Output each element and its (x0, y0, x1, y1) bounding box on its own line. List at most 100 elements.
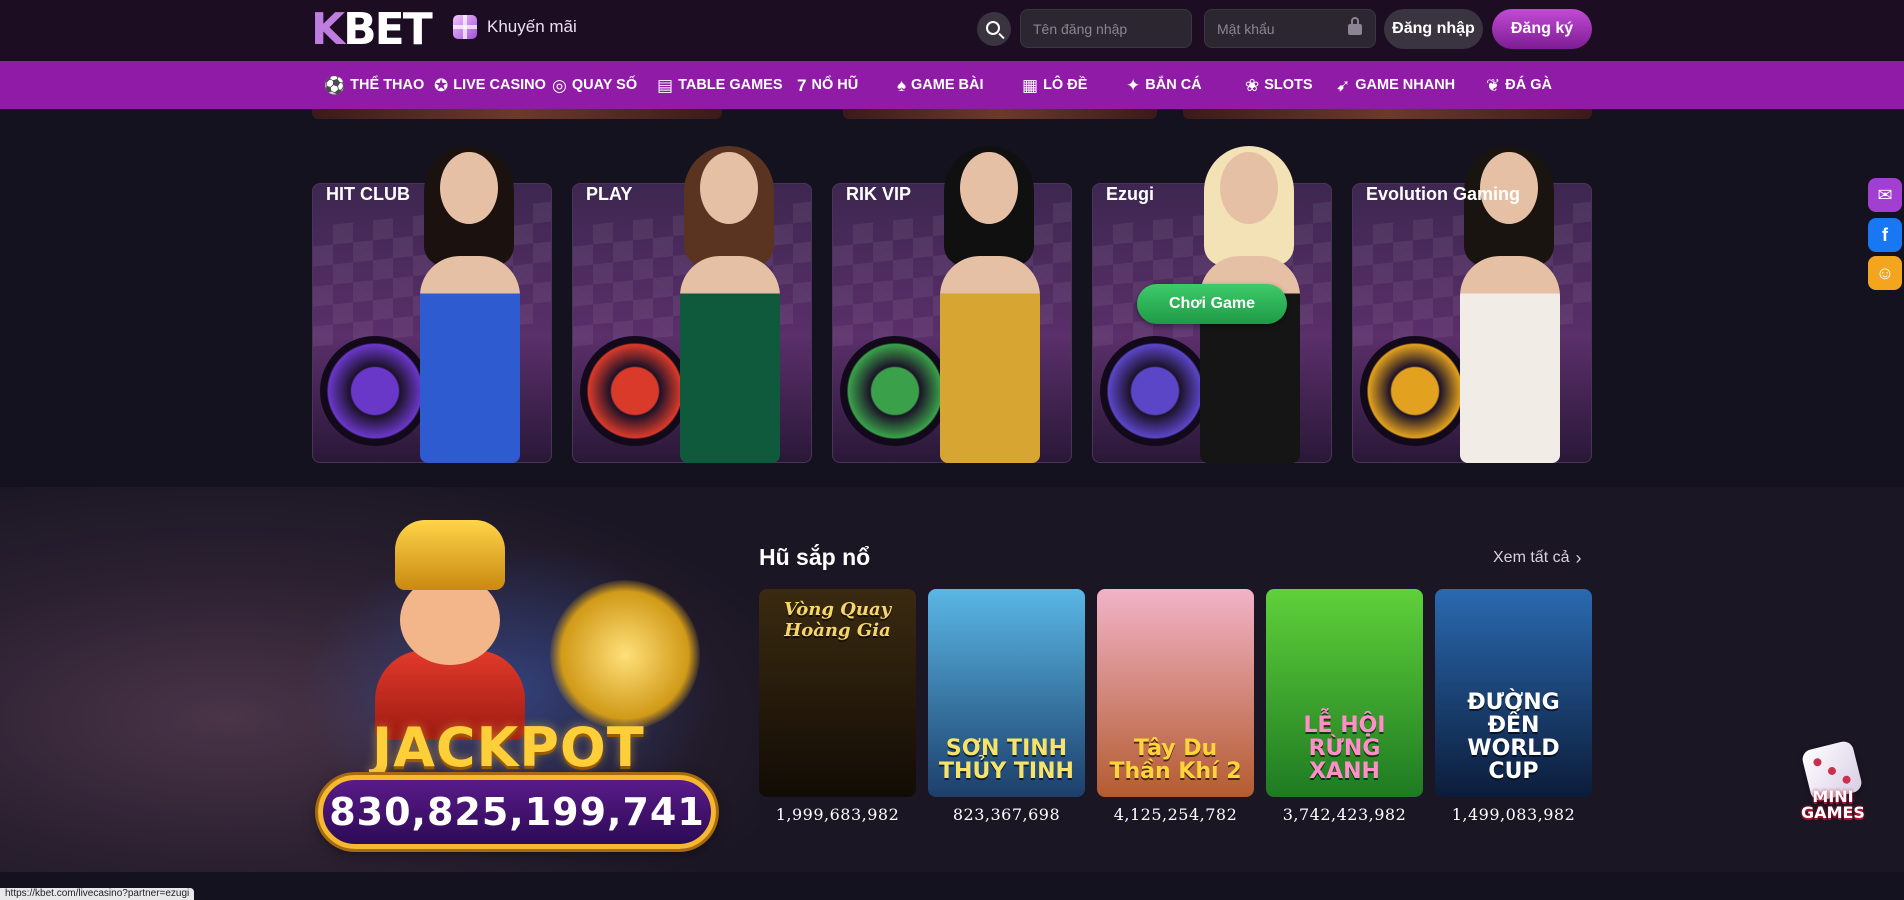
lottery-ticket-icon: ▦ (1022, 75, 1039, 95)
nav-item-table-games[interactable]: ▤ TABLE GAMES (657, 77, 797, 94)
nav-item-label: NỔ HŨ (811, 77, 859, 93)
game-title: ĐƯỜNG ĐẾN WORLD CUP (1467, 689, 1560, 784)
nav-item-thể-thao[interactable]: ⚽ THỂ THAO (324, 77, 434, 94)
ezugi-logo-icon: Ezugi (1106, 184, 1154, 204)
nav-item-label: SLOTS (1264, 77, 1313, 93)
facebook-icon[interactable]: f (1868, 218, 1902, 252)
nav-item-đá-gà[interactable]: ❦ ĐÁ GÀ (1486, 77, 1576, 94)
play-game-button[interactable]: Chơi Game (1137, 284, 1287, 324)
game-jackpot-value: 4,125,254,782 (1113, 805, 1238, 824)
fortune-god-illustration (355, 520, 545, 740)
gift-icon (453, 15, 477, 39)
jackpot-game-tile[interactable]: ĐƯỜNG ĐẾN WORLD CUP (1435, 589, 1592, 797)
lottery-wheel-icon: ◎ (552, 75, 567, 95)
nav-item-game-nhanh[interactable]: ➹ GAME NHANH (1336, 77, 1486, 94)
nav-item-game-bài[interactable]: ♠ GAME BÀI (897, 77, 1022, 94)
nav-item-label: LIVE CASINO (453, 77, 546, 93)
nav-item-live-casino[interactable]: ✪ LIVE CASINO (434, 77, 552, 94)
game-jackpot-value: 1,999,683,982 (775, 805, 900, 824)
casino-prop-icon (1100, 336, 1210, 446)
chevron-right-icon: › (1575, 548, 1582, 568)
rocket-icon: ➹ (1336, 75, 1351, 95)
nav-item-label: GAME NHANH (1355, 77, 1456, 93)
register-button[interactable]: Đăng ký (1492, 9, 1592, 49)
see-all-link[interactable]: Xem tất cả › (1493, 549, 1581, 567)
chat-icon[interactable]: ✉ (1868, 178, 1902, 212)
banner-strip (1183, 109, 1592, 119)
cards-icon: ♠ (897, 75, 907, 95)
hitclub-logo-icon: HIT CLUB (326, 184, 410, 204)
nav-item-bắn-cá[interactable]: ✦ BẮN CÁ (1126, 77, 1245, 94)
main-navigation: ⚽ THỂ THAO ✪ LIVE CASINO ◎ QUAY SỐ ▤ TABLE GAME… (0, 61, 1904, 109)
rooster-icon: ❦ (1486, 75, 1501, 95)
nav-item-label: QUAY SỐ (571, 77, 638, 93)
nav-item-lô-đề[interactable]: ▦ LÔ ĐỀ (1022, 77, 1126, 94)
casino-prop-icon (840, 336, 950, 446)
game-title: LỄ HỘI RỪNG XANH (1303, 712, 1386, 784)
lock-icon (1348, 17, 1362, 36)
casino-prop-icon (1360, 336, 1470, 446)
banner-strip (312, 109, 722, 119)
status-url: https://kbet.com/livecasino?partner=ezug… (0, 888, 195, 900)
jackpot-game-tile[interactable]: LỄ HỘI RỪNG XANH (1266, 589, 1423, 797)
see-all-label: Xem tất cả (1493, 549, 1570, 566)
model-face (960, 152, 1018, 224)
model-dress (1460, 256, 1560, 463)
nav-item-label: LÔ ĐỀ (1043, 77, 1088, 93)
soccer-ball-icon: ⚽ (324, 75, 346, 95)
username-input[interactable] (1020, 9, 1192, 48)
fish-icon: ✦ (1126, 75, 1141, 95)
model-dress (420, 256, 520, 463)
jackpot-game-tile[interactable]: Vòng Quay Hoàng Gia (759, 589, 916, 797)
hot-jackpots-title: Hũ sắp nổ (759, 544, 871, 570)
game-subtitle: Vòng Quay Hoàng Gia (783, 599, 892, 641)
model-dress (940, 256, 1040, 463)
provider-card[interactable]: HIT CLUB (312, 146, 552, 463)
game-jackpot-value: 3,742,423,982 (1282, 805, 1407, 824)
seven-icon: 7 (797, 75, 807, 95)
nav-item-label: TABLE GAMES (678, 77, 783, 93)
logo-text: KBET (311, 3, 433, 55)
provider-card[interactable]: PLAY (572, 146, 812, 463)
nav-item-label: BẮN CÁ (1145, 77, 1202, 93)
table-games-icon: ▤ (657, 75, 674, 95)
kbet-logo[interactable]: KBET (311, 4, 433, 55)
model-face (700, 152, 758, 224)
jackpot-title: JACKPOT (372, 716, 645, 779)
footer-spacer (0, 872, 1904, 900)
nav-list: ⚽ THỂ THAO ✪ LIVE CASINO ◎ QUAY SỐ ▤ TABLE GAME… (324, 61, 1576, 109)
evolution-logo-icon: Evolution Gaming (1366, 184, 1521, 204)
rikvip-logo-icon: RIK VIP (846, 184, 912, 204)
jackpot-counter: 830,825,199,741 (318, 775, 716, 849)
jackpot-game-tile[interactable]: SƠN TINH THỦY TINH (928, 589, 1085, 797)
community-icon[interactable]: ☺ (1868, 256, 1902, 290)
nav-item-label: THỂ THAO (350, 77, 425, 93)
promotion-link[interactable]: Khuyến mãi (453, 15, 577, 39)
game-jackpot-value: 823,367,698 (952, 805, 1061, 824)
casino-prop-icon (320, 336, 430, 446)
nav-item-nổ-hũ[interactable]: 7 NỔ HŨ (797, 77, 897, 94)
cherry-icon: ❀ (1245, 75, 1260, 95)
provider-card[interactable]: RIK VIP (832, 146, 1072, 463)
play-logo-icon: PLAY (586, 184, 633, 204)
banner-strip (843, 109, 1157, 119)
game-title: Tây Du Thần Khí 2 (1109, 735, 1242, 784)
nav-item-quay-số[interactable]: ◎ QUAY SỐ (552, 77, 657, 94)
jackpot-game-tile[interactable]: Tây Du Thần Khí 2 (1097, 589, 1254, 797)
mini-games-label: MINI GAMES (1801, 787, 1865, 822)
game-title: SƠN TINH THỦY TINH (939, 735, 1074, 784)
model-face (1220, 152, 1278, 224)
provider-card[interactable]: Evolution Gaming (1352, 146, 1592, 463)
nav-item-label: ĐÁ GÀ (1505, 77, 1552, 93)
login-button[interactable]: Đăng nhập (1384, 9, 1483, 49)
top-header (0, 0, 1904, 61)
model-face (440, 152, 498, 224)
search-button[interactable] (977, 12, 1011, 46)
jackpot-amount: 830,825,199,741 (329, 790, 705, 834)
casino-prop-icon (580, 336, 690, 446)
mini-games-button[interactable]: MINI GAMES (1796, 739, 1870, 825)
nav-item-slots[interactable]: ❀ SLOTS (1245, 77, 1336, 94)
nav-item-label: GAME BÀI (911, 77, 984, 93)
model-dress (680, 256, 780, 463)
money-tree-illustration (550, 580, 700, 730)
